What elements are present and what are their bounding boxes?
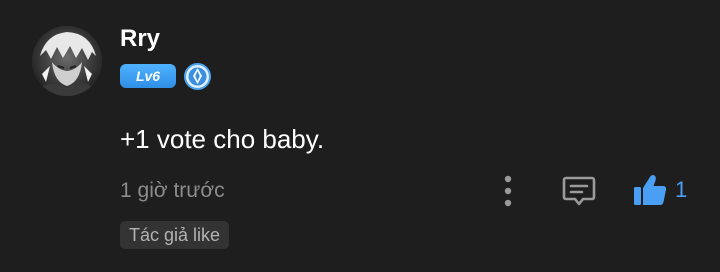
thumbs-up-icon	[632, 172, 668, 208]
blue-crystal-badge-icon	[184, 63, 211, 90]
comment-timestamp: 1 giờ trước	[120, 179, 225, 202]
comment-text: +1 vote cho baby.	[120, 124, 325, 154]
username[interactable]: Rry	[120, 24, 160, 54]
like-button[interactable]: 1	[632, 172, 687, 208]
like-count: 1	[675, 177, 688, 202]
more-vertical-icon[interactable]	[497, 174, 519, 208]
avatar[interactable]	[32, 26, 102, 96]
level-badge: Lv6	[120, 64, 176, 88]
comment-item: Rry Lv6 +1 vote cho baby. 1 giờ trước 1 …	[0, 0, 720, 272]
author-liked-badge: Tác giả like	[120, 221, 230, 249]
comment-bubble-icon[interactable]	[562, 175, 596, 207]
